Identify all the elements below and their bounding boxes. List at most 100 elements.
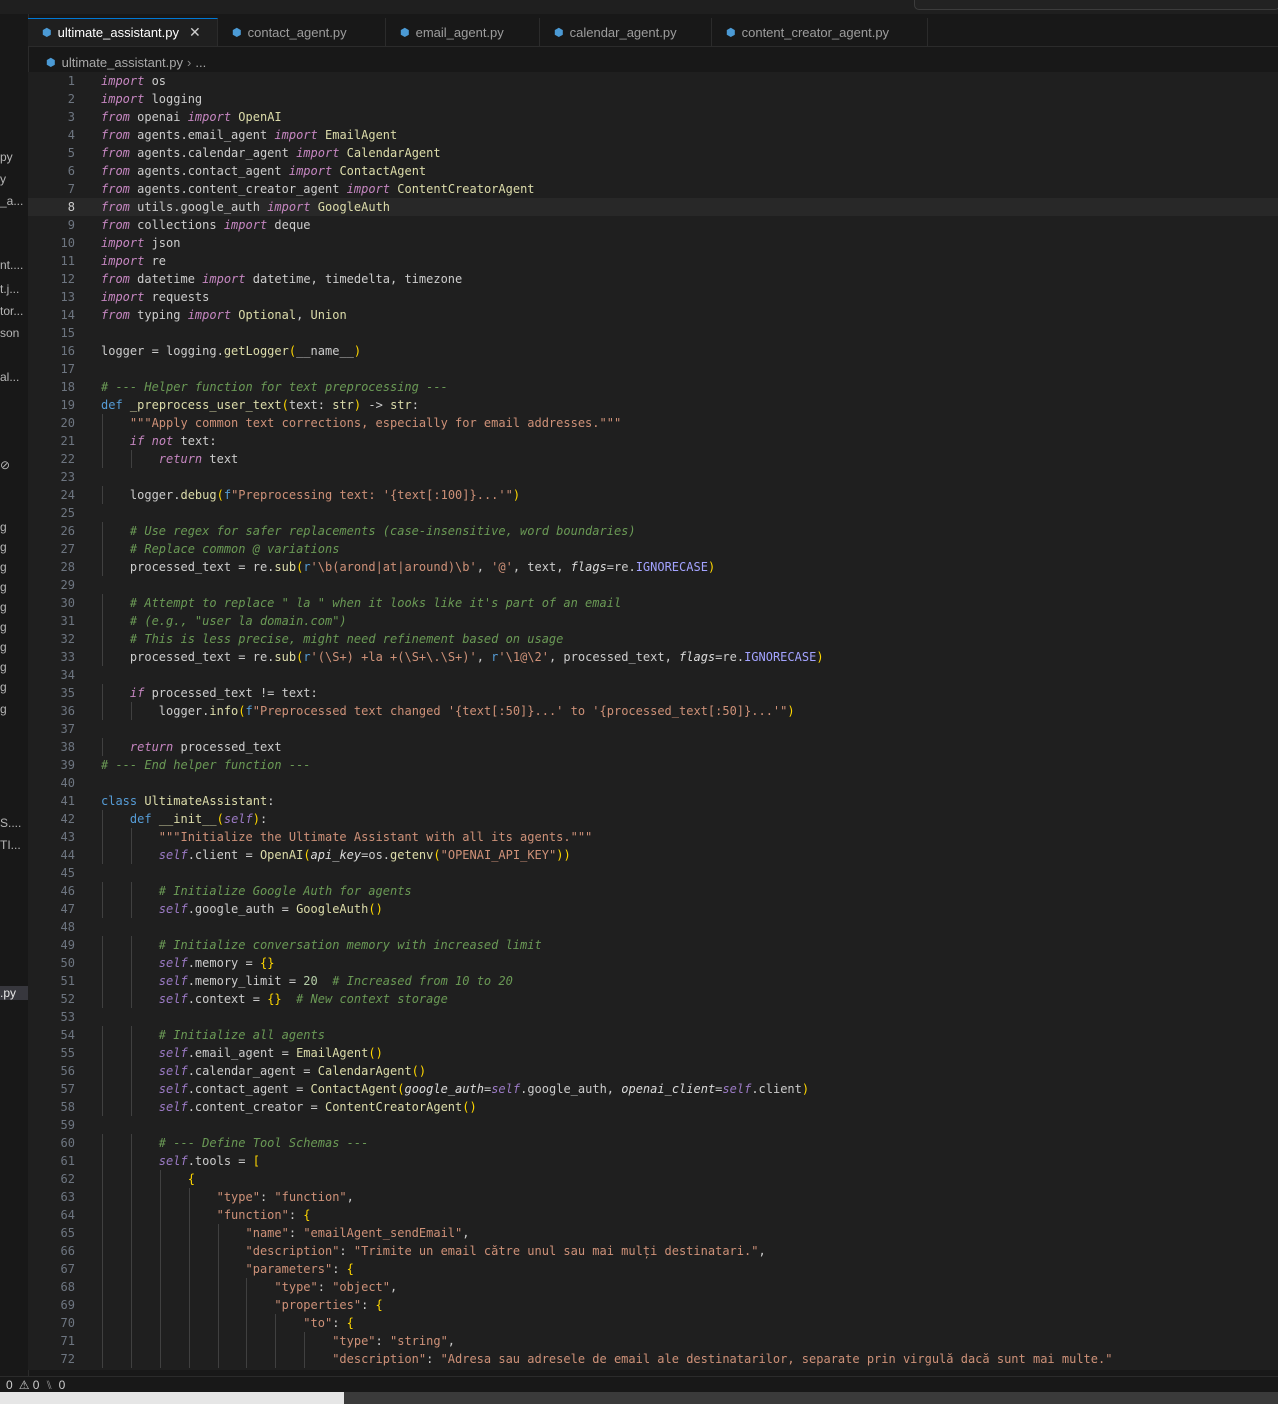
code-line[interactable]: 56 self.calendar_agent = CalendarAgent() (28, 1062, 1278, 1080)
code-line[interactable]: 62 { (28, 1170, 1278, 1188)
explorer-item[interactable]: TI... (0, 838, 21, 852)
code-line[interactable]: 18 # --- Helper function for text preproc… (28, 378, 1278, 396)
code-line[interactable]: 35 if processed_text != text: (28, 684, 1278, 702)
code-line[interactable]: 47 self.google_auth = GoogleAuth() (28, 900, 1278, 918)
status-problems[interactable]: ⚠ 0 (19, 1378, 40, 1392)
explorer-item[interactable]: y (0, 172, 6, 186)
code-line[interactable]: 39 # --- End helper function --- (28, 756, 1278, 774)
code-line[interactable]: 31 # (e.g., "user la domain.com") (28, 612, 1278, 630)
code-line[interactable]: 19 def _preprocess_user_text(text: str) -… (28, 396, 1278, 414)
code-line[interactable]: 59 (28, 1116, 1278, 1134)
code-line[interactable]: 34 (28, 666, 1278, 684)
code-line[interactable]: 41 class UltimateAssistant: (28, 792, 1278, 810)
code-line[interactable]: 32 # This is less precise, might need re… (28, 630, 1278, 648)
explorer-item[interactable]: g (0, 702, 7, 716)
code-line[interactable]: 23 (28, 468, 1278, 486)
code-line[interactable]: 52 self.context = {} # New context stora… (28, 990, 1278, 1008)
status-errors[interactable]: 0 (6, 1378, 13, 1392)
code-line[interactable]: 25 (28, 504, 1278, 522)
code-line[interactable]: 33 processed_text = re.sub(r'(\S+) +la +… (28, 648, 1278, 666)
code-line[interactable]: 3 from openai import OpenAI (28, 108, 1278, 126)
breadcrumb-rest[interactable]: ... (195, 55, 206, 70)
code-line[interactable]: 38 return processed_text (28, 738, 1278, 756)
explorer-item[interactable]: g (0, 560, 7, 574)
code-line[interactable]: 40 (28, 774, 1278, 792)
code-line[interactable]: 49 # Initialize conversation memory with… (28, 936, 1278, 954)
code-line[interactable]: 45 (28, 864, 1278, 882)
code-line[interactable]: 15 (28, 324, 1278, 342)
code-line[interactable]: 14 from typing import Optional, Union (28, 306, 1278, 324)
status-ports[interactable]: 0 (59, 1378, 66, 1392)
explorer-item[interactable]: g (0, 660, 7, 674)
explorer-item[interactable]: .py (0, 986, 28, 1000)
code-line[interactable]: 7 from agents.content_creator_agent impor… (28, 180, 1278, 198)
code-editor[interactable]: 1 import os 2 import logging 3 from openai im… (28, 72, 1278, 1370)
code-line[interactable]: 37 (28, 720, 1278, 738)
explorer-item[interactable]: g (0, 540, 7, 554)
code-line[interactable]: 63 "type": "function", (28, 1188, 1278, 1206)
code-line[interactable]: 12 from datetime import datetime, timedel… (28, 270, 1278, 288)
explorer-item[interactable]: nt.... (0, 258, 23, 272)
code-line[interactable]: 36 logger.info(f"Preprocessed text chang… (28, 702, 1278, 720)
code-line[interactable]: 26 # Use regex for safer replacements (c… (28, 522, 1278, 540)
tab-contact-agent-py[interactable]: ⬢ contact_agent.py (218, 18, 386, 46)
tab-email-agent-py[interactable]: ⬢ email_agent.py (386, 18, 540, 46)
explorer-item[interactable]: py (0, 150, 13, 164)
code-line[interactable]: 30 # Attempt to replace " la " when it l… (28, 594, 1278, 612)
code-line[interactable]: 69 "properties": { (28, 1296, 1278, 1314)
tab-ultimate-assistant-py[interactable]: ⬢ ultimate_assistant.py ✕ (28, 18, 218, 46)
code-line[interactable]: 24 logger.debug(f"Preprocessing text: '{… (28, 486, 1278, 504)
explorer-item[interactable]: g (0, 620, 7, 634)
code-line[interactable]: 68 "type": "object", (28, 1278, 1278, 1296)
code-line[interactable]: 50 self.memory = {} (28, 954, 1278, 972)
code-line[interactable]: 11 import re (28, 252, 1278, 270)
code-line[interactable]: 21 if not text: (28, 432, 1278, 450)
code-line[interactable]: 22 return text (28, 450, 1278, 468)
code-line[interactable]: 6 from agents.contact_agent import Contac… (28, 162, 1278, 180)
explorer-item[interactable]: S.... (0, 816, 21, 830)
code-line[interactable]: 2 import logging (28, 90, 1278, 108)
code-line[interactable]: 57 self.contact_agent = ContactAgent(goo… (28, 1080, 1278, 1098)
code-line[interactable]: 60 # --- Define Tool Schemas --- (28, 1134, 1278, 1152)
explorer-item[interactable]: tor... (0, 304, 23, 318)
code-line[interactable]: 65 "name": "emailAgent_sendEmail", (28, 1224, 1278, 1242)
code-line[interactable]: 64 "function": { (28, 1206, 1278, 1224)
code-line[interactable]: 8 from utils.google_auth import GoogleAut… (28, 198, 1278, 216)
tab-calendar-agent-py[interactable]: ⬢ calendar_agent.py (540, 18, 712, 46)
code-line[interactable]: 70 "to": { (28, 1314, 1278, 1332)
explorer-item[interactable]: g (0, 640, 7, 654)
code-line[interactable]: 28 processed_text = re.sub(r'\b(arond|at… (28, 558, 1278, 576)
explorer-item[interactable]: g (0, 680, 7, 694)
code-line[interactable]: 27 # Replace common @ variations (28, 540, 1278, 558)
explorer-item[interactable]: g (0, 600, 7, 614)
code-line[interactable]: 66 "description": "Trimite un email cătr… (28, 1242, 1278, 1260)
code-line[interactable]: 16 logger = logging.getLogger(__name__) (28, 342, 1278, 360)
explorer-item[interactable]: _a... (0, 194, 23, 208)
code-line[interactable]: 4 from agents.email_agent import EmailAge… (28, 126, 1278, 144)
explorer-item[interactable]: son (0, 326, 19, 340)
code-line[interactable]: 44 self.client = OpenAI(api_key=os.geten… (28, 846, 1278, 864)
command-center-search[interactable] (914, 0, 1278, 10)
code-line[interactable]: 10 import json (28, 234, 1278, 252)
code-line[interactable]: 1 import os (28, 72, 1278, 90)
code-line[interactable]: 46 # Initialize Google Auth for agents (28, 882, 1278, 900)
explorer-item[interactable]: al... (0, 370, 19, 384)
code-line[interactable]: 53 (28, 1008, 1278, 1026)
code-line[interactable]: 72 "description": "Adresa sau adresele d… (28, 1350, 1278, 1368)
code-line[interactable]: 5 from agents.calendar_agent import Calen… (28, 144, 1278, 162)
code-line[interactable]: 29 (28, 576, 1278, 594)
code-line[interactable]: 51 self.memory_limit = 20 # Increased fr… (28, 972, 1278, 990)
explorer-item[interactable]: ⊘ (0, 458, 10, 472)
code-line[interactable]: 42 def __init__(self): (28, 810, 1278, 828)
close-icon[interactable]: ✕ (189, 24, 201, 41)
code-line[interactable]: 61 self.tools = [ (28, 1152, 1278, 1170)
code-line[interactable]: 71 "type": "string", (28, 1332, 1278, 1350)
code-line[interactable]: 17 (28, 360, 1278, 378)
explorer-item[interactable]: t.j... (0, 282, 19, 296)
code-line[interactable]: 13 import requests (28, 288, 1278, 306)
code-line[interactable]: 67 "parameters": { (28, 1260, 1278, 1278)
code-line[interactable]: 58 self.content_creator = ContentCreator… (28, 1098, 1278, 1116)
code-line[interactable]: 48 (28, 918, 1278, 936)
explorer-item[interactable]: g (0, 520, 7, 534)
breadcrumb-file[interactable]: ultimate_assistant.py (62, 55, 183, 70)
